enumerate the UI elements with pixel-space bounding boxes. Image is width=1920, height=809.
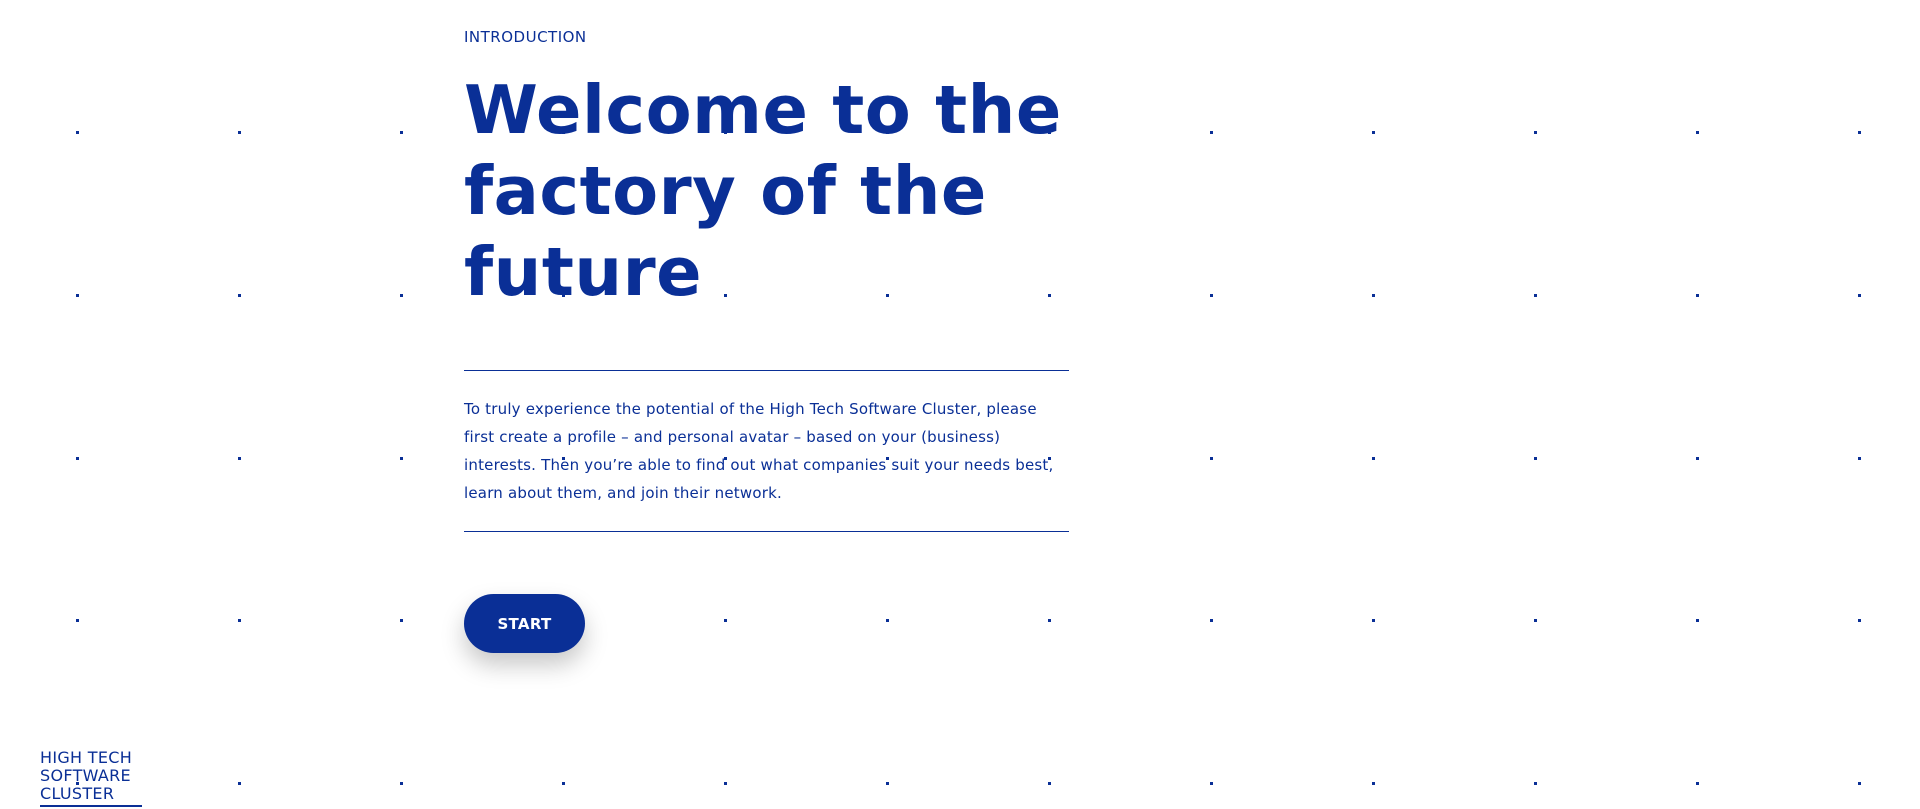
page-title-line: Welcome to the [464,71,1062,149]
grid-dot [238,457,241,460]
start-button[interactable]: START [464,594,585,653]
grid-dot [1372,619,1375,622]
grid-dot [1858,619,1861,622]
logo-line: SOFTWARE [40,766,131,785]
grid-dot [1210,782,1213,785]
logo-underline [40,805,142,807]
grid-dot [1534,782,1537,785]
logo-line: HIGH TECH [40,748,133,767]
top-divider [464,370,1069,371]
grid-dot [562,782,565,785]
grid-dot [1372,457,1375,460]
grid-dot [1696,619,1699,622]
grid-dot [1048,782,1051,785]
grid-dot [76,457,79,460]
grid-dot [76,619,79,622]
grid-dot [238,782,241,785]
grid-dot [1372,782,1375,785]
grid-dot [1534,294,1537,297]
grid-dot [1534,457,1537,460]
page-title-line: future [464,233,703,311]
intro-section: INTRODUCTION Welcome to the factory of t… [464,28,1069,653]
grid-dot [1210,294,1213,297]
grid-dot [1858,294,1861,297]
grid-dot [238,131,241,134]
grid-dot [400,457,403,460]
grid-dot [1858,782,1861,785]
grid-dot [400,782,403,785]
high-tech-software-cluster-logo[interactable]: HIGH TECH SOFTWARE CLUSTER [40,749,142,807]
grid-dot [76,131,79,134]
grid-dot [1858,131,1861,134]
grid-dot [1372,131,1375,134]
grid-dot [400,131,403,134]
grid-dot [1696,457,1699,460]
grid-dot [1210,619,1213,622]
grid-dot [1534,619,1537,622]
grid-dot [1696,131,1699,134]
page-title-line: factory of the [464,152,987,230]
grid-dot [1696,782,1699,785]
grid-dot [1210,457,1213,460]
grid-dot [238,619,241,622]
grid-dot [400,619,403,622]
intro-paragraph: To truly experience the potential of the… [464,400,1054,502]
grid-dot [1858,457,1861,460]
grid-dot [238,294,241,297]
grid-dot [1372,294,1375,297]
logo-line: CLUSTER [40,784,115,803]
page-title: Welcome to the factory of the future [464,70,1069,313]
bottom-divider [464,531,1069,532]
section-eyebrow: INTRODUCTION [464,28,587,46]
grid-dot [1696,294,1699,297]
grid-dot [886,782,889,785]
grid-dot [76,294,79,297]
grid-dot [1534,131,1537,134]
grid-dot [1210,131,1213,134]
grid-dot [400,294,403,297]
grid-dot [724,782,727,785]
